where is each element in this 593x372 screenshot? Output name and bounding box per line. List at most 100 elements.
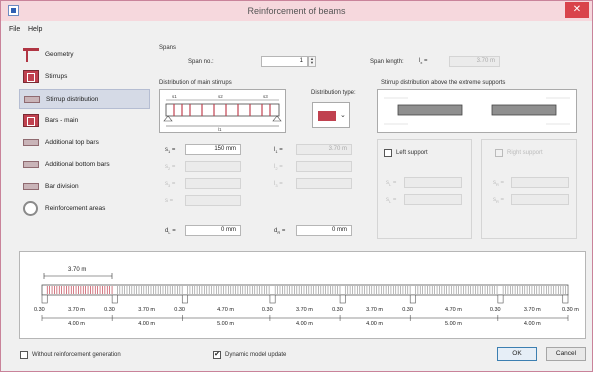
sidebar-item-label: Bar division — [45, 183, 79, 190]
span-total-label: 4.00 m — [138, 321, 155, 327]
left-support-label: Left support — [396, 150, 428, 156]
dl-field[interactable]: 0 mm — [185, 225, 241, 236]
without-reinforcement-checkbox[interactable] — [20, 351, 28, 359]
s3-field — [185, 178, 241, 189]
span-no-stepper[interactable]: ▲ ▼ — [308, 56, 316, 67]
sidebar-item-label: Additional top bars — [45, 139, 99, 146]
sidebar-item-label: Additional bottom bars — [45, 161, 110, 168]
sidebar-item-additional-top-bars[interactable]: Additional top bars — [19, 133, 150, 153]
span-cover-label: 0.30 — [104, 307, 115, 313]
beam-support — [409, 294, 416, 304]
sidebar-item-geometry[interactable]: Geometry — [19, 45, 150, 65]
sidebar-item-stirrups[interactable]: Stirrups — [19, 67, 150, 87]
span-cover-label: 0.30 — [174, 307, 185, 313]
distribution-type-swatch — [318, 111, 336, 121]
distribution-type-select[interactable]: ⌄ — [312, 102, 350, 128]
sr-field-1 — [511, 177, 569, 188]
diagram-label-s2: s2 — [218, 94, 223, 99]
sidebar-item-reinforcement-areas[interactable]: Reinforcement areas — [19, 199, 150, 219]
sidebar-item-label: Stirrup distribution — [46, 96, 99, 103]
span-total-label: 4.00 m — [68, 321, 85, 327]
span-clear-label: 3.70 m — [524, 307, 541, 313]
sr-label-2: sR = — [493, 197, 505, 205]
close-button[interactable]: ✕ — [565, 2, 589, 18]
l1-field: 3.70 m — [296, 144, 352, 155]
ok-button[interactable]: OK — [497, 347, 537, 361]
span-length-label: Span length: — [370, 59, 404, 65]
l2-field — [296, 161, 352, 172]
sr-label-1: sR = — [493, 180, 505, 188]
beam-support — [562, 294, 569, 304]
menu-file[interactable]: File — [9, 26, 20, 33]
span-clear-label: 4.70 m — [217, 307, 234, 313]
dynamic-update-checkbox[interactable]: ✔ — [213, 351, 221, 359]
reinforcement-areas-icon — [23, 201, 38, 216]
spans-group-label: Spans — [159, 45, 177, 51]
close-icon: ✕ — [572, 4, 582, 15]
span-cover-label: 0.30 — [262, 307, 273, 313]
s2-label: s2 = — [165, 164, 176, 172]
s1-field[interactable]: 150 mm — [185, 144, 241, 155]
cancel-button[interactable]: Cancel — [546, 347, 586, 361]
span-end-label: 0.30 m — [562, 307, 579, 313]
beam-support — [269, 294, 276, 304]
l1-label: l1 = — [274, 147, 283, 155]
menu-help[interactable]: Help — [28, 26, 42, 33]
s-field — [185, 195, 241, 206]
lx-label: lx = — [419, 58, 428, 66]
span-cover-label: 0.30 — [402, 307, 413, 313]
sr-field-2 — [511, 194, 569, 205]
sidebar-item-additional-bottom-bars[interactable]: Additional bottom bars — [19, 155, 150, 175]
bar-division-icon — [23, 183, 39, 190]
l2-label: l2 = — [274, 164, 283, 172]
stirrup-distribution-icon — [24, 96, 40, 103]
sidebar-item-bar-division[interactable]: Bar division — [19, 177, 150, 197]
dr-field[interactable]: 0 mm — [296, 225, 352, 236]
sl-field-2 — [404, 194, 462, 205]
sidebar-item-label: Bars - main — [45, 117, 79, 124]
dr-label: dR = — [274, 228, 286, 236]
span-total-label: 4.00 m — [366, 321, 383, 327]
beam-overview-panel: 3.70 m 0.30 3.70 m 4.00 m 0.30 3.70 m 4.00 m 0… — [19, 251, 586, 339]
span-total-label: 4.00 m — [524, 321, 541, 327]
span-total-label: 5.00 m — [217, 321, 234, 327]
sidebar-item-stirrup-distribution[interactable]: Stirrup distribution — [19, 89, 150, 109]
span-total-label: 4.00 m — [296, 321, 313, 327]
chevron-down-icon: ⌄ — [340, 112, 346, 119]
bars-main-icon — [23, 114, 39, 127]
beam-support — [339, 294, 346, 304]
left-support-checkbox[interactable] — [384, 149, 392, 157]
sidebar: Geometry Stirrups Stirrup distribution B… — [19, 45, 150, 239]
sidebar-item-bars-main[interactable]: Bars - main — [19, 111, 150, 131]
sl-field-1 — [404, 177, 462, 188]
l3-label: l3 = — [274, 181, 283, 189]
extreme-supports-diagram — [377, 89, 577, 133]
additional-top-bars-icon — [23, 139, 39, 146]
stirrups-icon — [23, 70, 39, 83]
span-cover-label: 0.30 — [490, 307, 501, 313]
dl-label: dL = — [165, 228, 176, 236]
diagram-label-s3: s3 — [263, 94, 268, 99]
span-clear-label: 4.70 m — [445, 307, 462, 313]
s1-label: s1 = — [165, 147, 176, 155]
sidebar-item-label: Reinforcement areas — [45, 205, 106, 212]
span-clear-label: 3.70 m — [68, 307, 85, 313]
diagram-label-s1: s1 — [172, 94, 177, 99]
beam-overview-drawing: 3.70 m 0.30 3.70 m 4.00 m 0.30 3.70 m 4.00 m 0… — [34, 267, 579, 327]
span-no-label: Span no.: — [188, 59, 214, 65]
span-no-field[interactable]: 1 — [261, 56, 308, 67]
right-support-checkbox — [495, 149, 503, 157]
beam-body — [41, 284, 569, 296]
sidebar-item-label: Geometry — [45, 51, 74, 58]
dynamic-update-label: Dynamic model update — [225, 352, 287, 358]
beam-top-dim-label: 3.70 m — [68, 267, 86, 273]
span-cover-label: 0.30 — [332, 307, 343, 313]
span-clear-label: 3.70 m — [296, 307, 313, 313]
diagram-label-l1: l1 — [218, 127, 222, 132]
span-length-field: 3.70 m — [449, 56, 500, 67]
title-bar: Reinforcement of beams ✕ — [1, 1, 592, 21]
beam-support — [41, 294, 48, 304]
beam-support — [497, 294, 504, 304]
additional-bottom-bars-icon — [23, 161, 39, 168]
reinforcement-of-beams-window: Reinforcement of beams ✕ File Help Geome… — [0, 0, 593, 372]
